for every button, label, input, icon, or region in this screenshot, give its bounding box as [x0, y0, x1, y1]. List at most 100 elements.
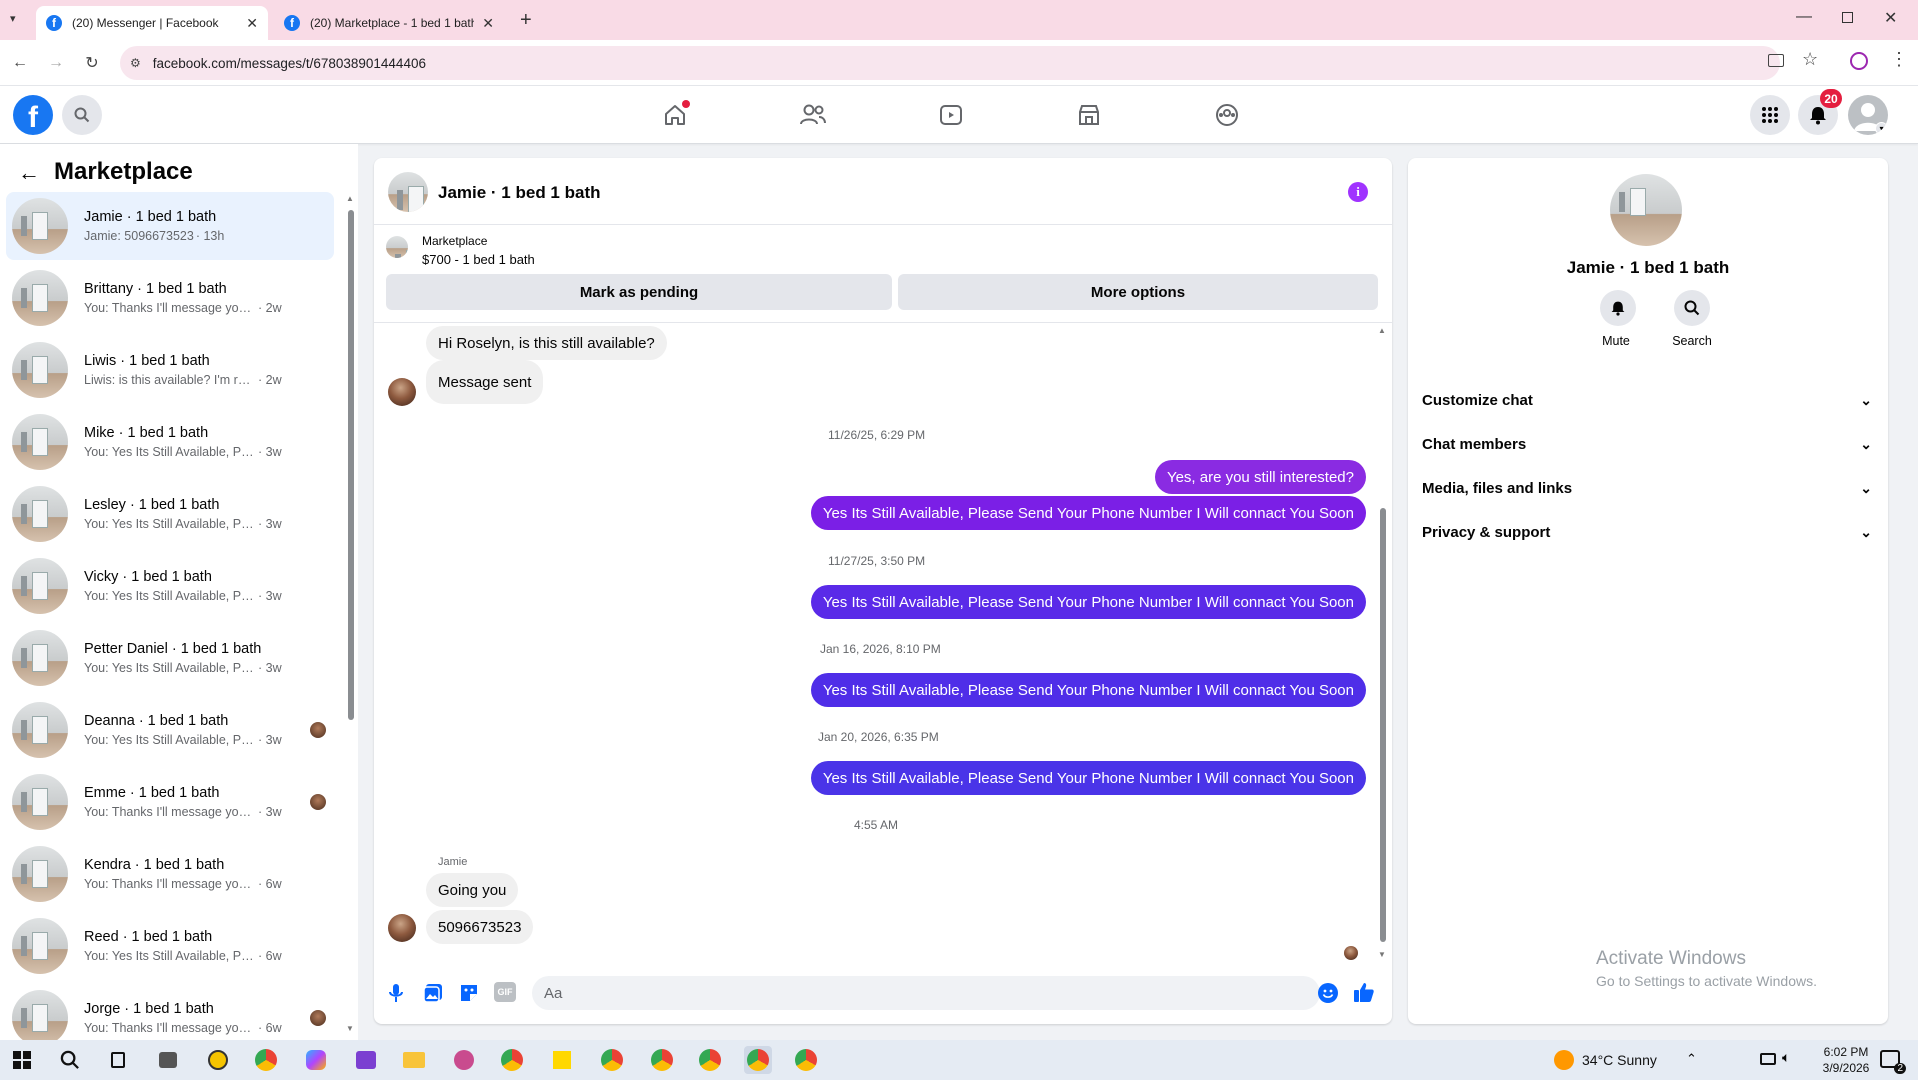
taskbar-chrome[interactable] — [252, 1046, 280, 1074]
task-view-button[interactable] — [104, 1046, 132, 1074]
listing-thumbnail[interactable] — [386, 236, 408, 258]
taskbar-app-3[interactable] — [450, 1046, 478, 1074]
search-in-conversation-button[interactable]: Search — [1664, 290, 1720, 348]
conversation-item[interactable]: Deanna · 1 bed 1 bath You: Yes Its Still … — [6, 696, 334, 764]
taskbar-copilot[interactable] — [302, 1046, 330, 1074]
attach-media-button[interactable] — [422, 982, 444, 1004]
message-received[interactable]: Hi Roselyn, is this still available? — [426, 326, 667, 360]
taskbar-chrome-active[interactable] — [744, 1046, 772, 1074]
taskbar-app-2[interactable] — [352, 1046, 380, 1074]
forward-icon[interactable]: → — [46, 53, 66, 73]
taskbar-app-store[interactable] — [154, 1046, 182, 1074]
url-field[interactable]: ⚙ facebook.com/messages/t/67803890144440… — [120, 46, 1780, 80]
menu-button[interactable] — [1750, 95, 1790, 135]
conversation-info-button[interactable]: i — [1348, 182, 1368, 202]
new-tab-icon[interactable]: + — [520, 9, 532, 32]
notifications-button[interactable]: 20 — [1798, 89, 1842, 135]
conversation-item[interactable]: Petter Daniel · 1 bed 1 bath You: Yes Its… — [6, 624, 334, 692]
buyer-avatar[interactable] — [388, 378, 416, 406]
reload-icon[interactable]: ↻ — [82, 53, 102, 73]
taskbar-chrome[interactable] — [498, 1046, 526, 1074]
network-icon[interactable] — [1760, 1053, 1776, 1065]
conversation-item[interactable]: Vicky · 1 bed 1 bath You: Yes Its Still A… — [6, 552, 334, 620]
tab-messenger[interactable]: f (20) Messenger | Facebook ✕ — [36, 6, 268, 40]
bookmark-star-icon[interactable]: ☆ — [1802, 49, 1818, 70]
clock[interactable]: 6:02 PM 3/9/2026 — [1810, 1044, 1882, 1076]
message-received[interactable]: Going you — [426, 873, 519, 907]
conversation-item[interactable]: Reed · 1 bed 1 bath You: Yes Its Still Av… — [6, 912, 334, 980]
search-button[interactable] — [62, 95, 102, 135]
taskbar-chrome[interactable] — [648, 1046, 676, 1074]
minimize-icon[interactable]: — — [1796, 8, 1812, 26]
friends-nav-button[interactable] — [798, 100, 828, 130]
conversation-item[interactable]: Mike · 1 bed 1 bath You: Yes Its Still Av… — [6, 408, 334, 476]
mark-as-pending-button[interactable]: Mark as pending — [386, 274, 892, 310]
customize-chat-section[interactable]: Customize chat ⌄ — [1422, 382, 1872, 418]
sidebar-scrollbar-thumb[interactable] — [348, 210, 354, 720]
close-window-icon[interactable]: ✕ — [1884, 8, 1897, 28]
like-button[interactable] — [1352, 980, 1376, 1004]
message-input[interactable] — [532, 976, 1320, 1010]
gaming-nav-button[interactable] — [1212, 100, 1242, 130]
browser-menu-icon[interactable]: ⋮ — [1890, 49, 1908, 70]
tab-marketplace[interactable]: f (20) Marketplace - 1 bed 1 bath ✕ — [274, 6, 504, 40]
chat-members-section[interactable]: Chat members ⌄ — [1422, 426, 1872, 462]
conversation-item[interactable]: Liwis · 1 bed 1 bath Liwis: is this avail… — [6, 336, 334, 404]
sticker-button[interactable] — [458, 982, 480, 1004]
voice-clip-button[interactable] — [386, 982, 406, 1004]
conversation-item[interactable]: Emme · 1 bed 1 bath You: Thanks I'll mess… — [6, 768, 334, 836]
gif-button[interactable]: GIF — [494, 982, 516, 1002]
sidebar-scroll-down-icon[interactable]: ▼ — [346, 1024, 354, 1033]
taskbar-file-explorer[interactable] — [400, 1046, 428, 1074]
weather-widget[interactable]: 34°C Sunny — [1554, 1050, 1657, 1070]
chat-header-title[interactable]: Jamie · 1 bed 1 bath — [438, 183, 601, 203]
message-sent[interactable]: Yes, are you still interested? — [1154, 460, 1366, 494]
media-files-links-section[interactable]: Media, files and links ⌄ — [1422, 470, 1872, 506]
details-avatar[interactable] — [1610, 174, 1682, 246]
site-info-icon[interactable]: ⚙ — [130, 56, 141, 70]
taskbar-chrome[interactable] — [598, 1046, 626, 1074]
show-hidden-icons[interactable]: ⌃ — [1686, 1051, 1697, 1067]
message-sent[interactable]: Yes Its Still Available, Please Send You… — [810, 761, 1366, 795]
close-tab-icon[interactable]: ✕ — [482, 15, 494, 32]
account-avatar-button[interactable]: ▾ — [1848, 95, 1888, 135]
message-received[interactable]: Message sent — [426, 360, 544, 404]
taskbar-chrome[interactable] — [792, 1046, 820, 1074]
profile-icon[interactable] — [1850, 52, 1868, 70]
taskbar-search-button[interactable] — [56, 1046, 84, 1074]
message-sent[interactable]: Yes Its Still Available, Please Send You… — [810, 673, 1366, 707]
conversation-item[interactable]: Jamie · 1 bed 1 bath Jamie: 5096673523 · … — [6, 192, 334, 260]
install-app-icon[interactable] — [1768, 54, 1784, 67]
notification-center-button[interactable]: 2 — [1880, 1050, 1906, 1074]
taskbar-chrome[interactable] — [696, 1046, 724, 1074]
chat-header-avatar[interactable] — [388, 172, 428, 212]
marketplace-nav-button[interactable] — [1074, 100, 1104, 130]
restore-icon[interactable] — [1842, 12, 1853, 23]
conversation-item[interactable]: Lesley · 1 bed 1 bath You: Yes Its Still … — [6, 480, 334, 548]
emoji-button[interactable] — [1318, 983, 1338, 1003]
message-sent[interactable]: Yes Its Still Available, Please Send You… — [810, 585, 1366, 619]
chat-scroll-up-icon[interactable]: ▲ — [1378, 326, 1386, 335]
conversation-item[interactable]: Brittany · 1 bed 1 bath You: Thanks I'll … — [6, 264, 334, 332]
video-nav-button[interactable] — [936, 100, 966, 130]
more-options-button[interactable]: More options — [898, 274, 1378, 310]
close-tab-icon[interactable]: ✕ — [246, 15, 258, 32]
volume-icon[interactable]: 🔈︎ — [1782, 1049, 1790, 1066]
tab-list-dropdown-icon[interactable]: ▾ — [10, 12, 26, 28]
facebook-logo[interactable]: f — [13, 95, 53, 135]
back-arrow-icon[interactable]: ← — [18, 160, 40, 186]
privacy-support-section[interactable]: Privacy & support ⌄ — [1422, 514, 1872, 550]
listing-title[interactable]: $700 - 1 bed 1 bath — [422, 252, 535, 267]
back-icon[interactable]: ← — [10, 53, 30, 73]
chat-scroll-down-icon[interactable]: ▼ — [1378, 950, 1386, 959]
sidebar-scroll-up-icon[interactable]: ▲ — [346, 194, 354, 203]
taskbar-app-1[interactable] — [204, 1046, 232, 1074]
conversation-item[interactable]: Kendra · 1 bed 1 bath You: Thanks I'll me… — [6, 840, 334, 908]
home-nav-button[interactable] — [660, 100, 690, 130]
buyer-avatar[interactable] — [388, 914, 416, 942]
start-button[interactable] — [8, 1046, 36, 1074]
taskbar-sticky-notes[interactable] — [548, 1046, 576, 1074]
message-sent[interactable]: Yes Its Still Available, Please Send You… — [810, 496, 1366, 530]
chat-scrollbar-thumb[interactable] — [1380, 508, 1386, 942]
mute-button[interactable]: Mute — [1594, 290, 1638, 348]
